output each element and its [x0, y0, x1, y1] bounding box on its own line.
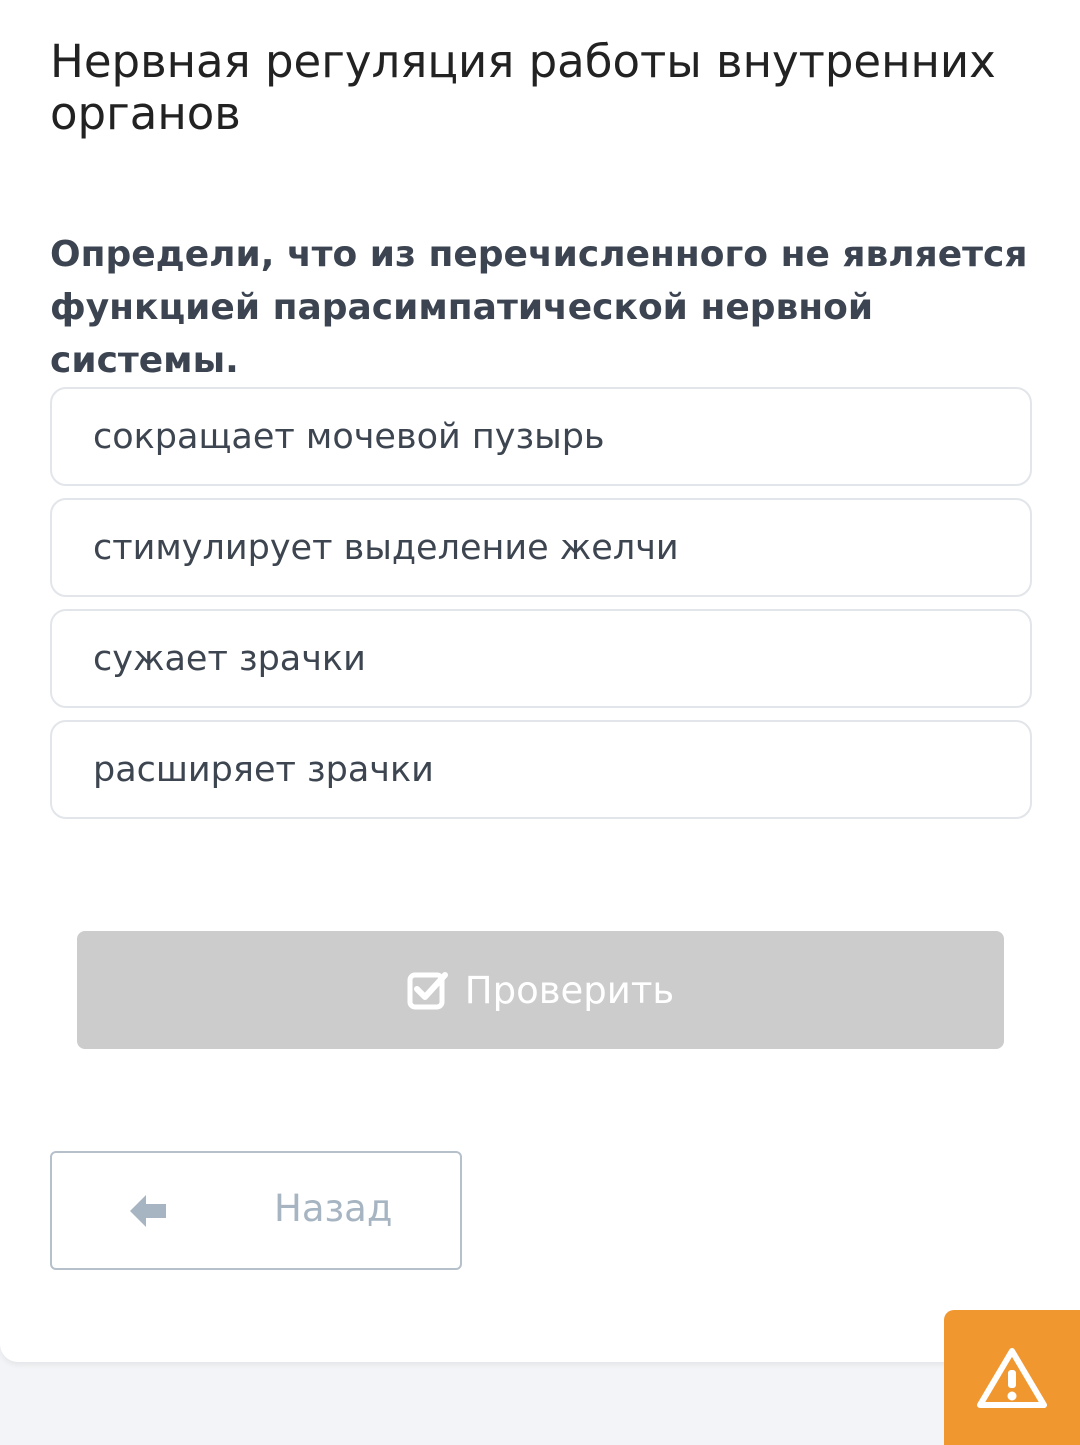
answer-option[interactable]: сокращает мочевой пузырь — [50, 387, 1032, 486]
lesson-card: Нервная регуляция работы внутренних орга… — [0, 0, 1080, 1362]
answer-option[interactable]: расширяет зрачки — [50, 720, 1032, 819]
answer-options: сокращает мочевой пузырь стимулирует выд… — [50, 387, 1032, 831]
report-problem-button[interactable] — [944, 1310, 1080, 1445]
checkbox-check-icon — [407, 972, 448, 1010]
answer-option-label: расширяет зрачки — [93, 749, 434, 790]
page: Нервная регуляция работы внутренних орга… — [0, 0, 1080, 1445]
answer-option-label: сокращает мочевой пузырь — [93, 416, 605, 457]
arrow-left-icon — [130, 1195, 166, 1227]
answer-option-label: сужает зрачки — [93, 638, 366, 679]
question-text: Определи, что из перечисленного не являе… — [50, 234, 1028, 381]
check-answer-label: Проверить — [464, 968, 675, 1012]
warning-icon — [977, 1347, 1047, 1408]
back-button[interactable]: Назад — [50, 1151, 462, 1270]
answer-option[interactable]: сужает зрачки — [50, 609, 1032, 708]
answer-option-label: стимулирует выделение желчи — [93, 527, 679, 568]
back-label: Назад — [274, 1187, 393, 1230]
lesson-title: Нервная регуляция работы внутренних орга… — [50, 35, 996, 140]
answer-option[interactable]: стимулирует выделение желчи — [50, 498, 1032, 597]
check-answer-button[interactable]: Проверить — [77, 931, 1004, 1049]
